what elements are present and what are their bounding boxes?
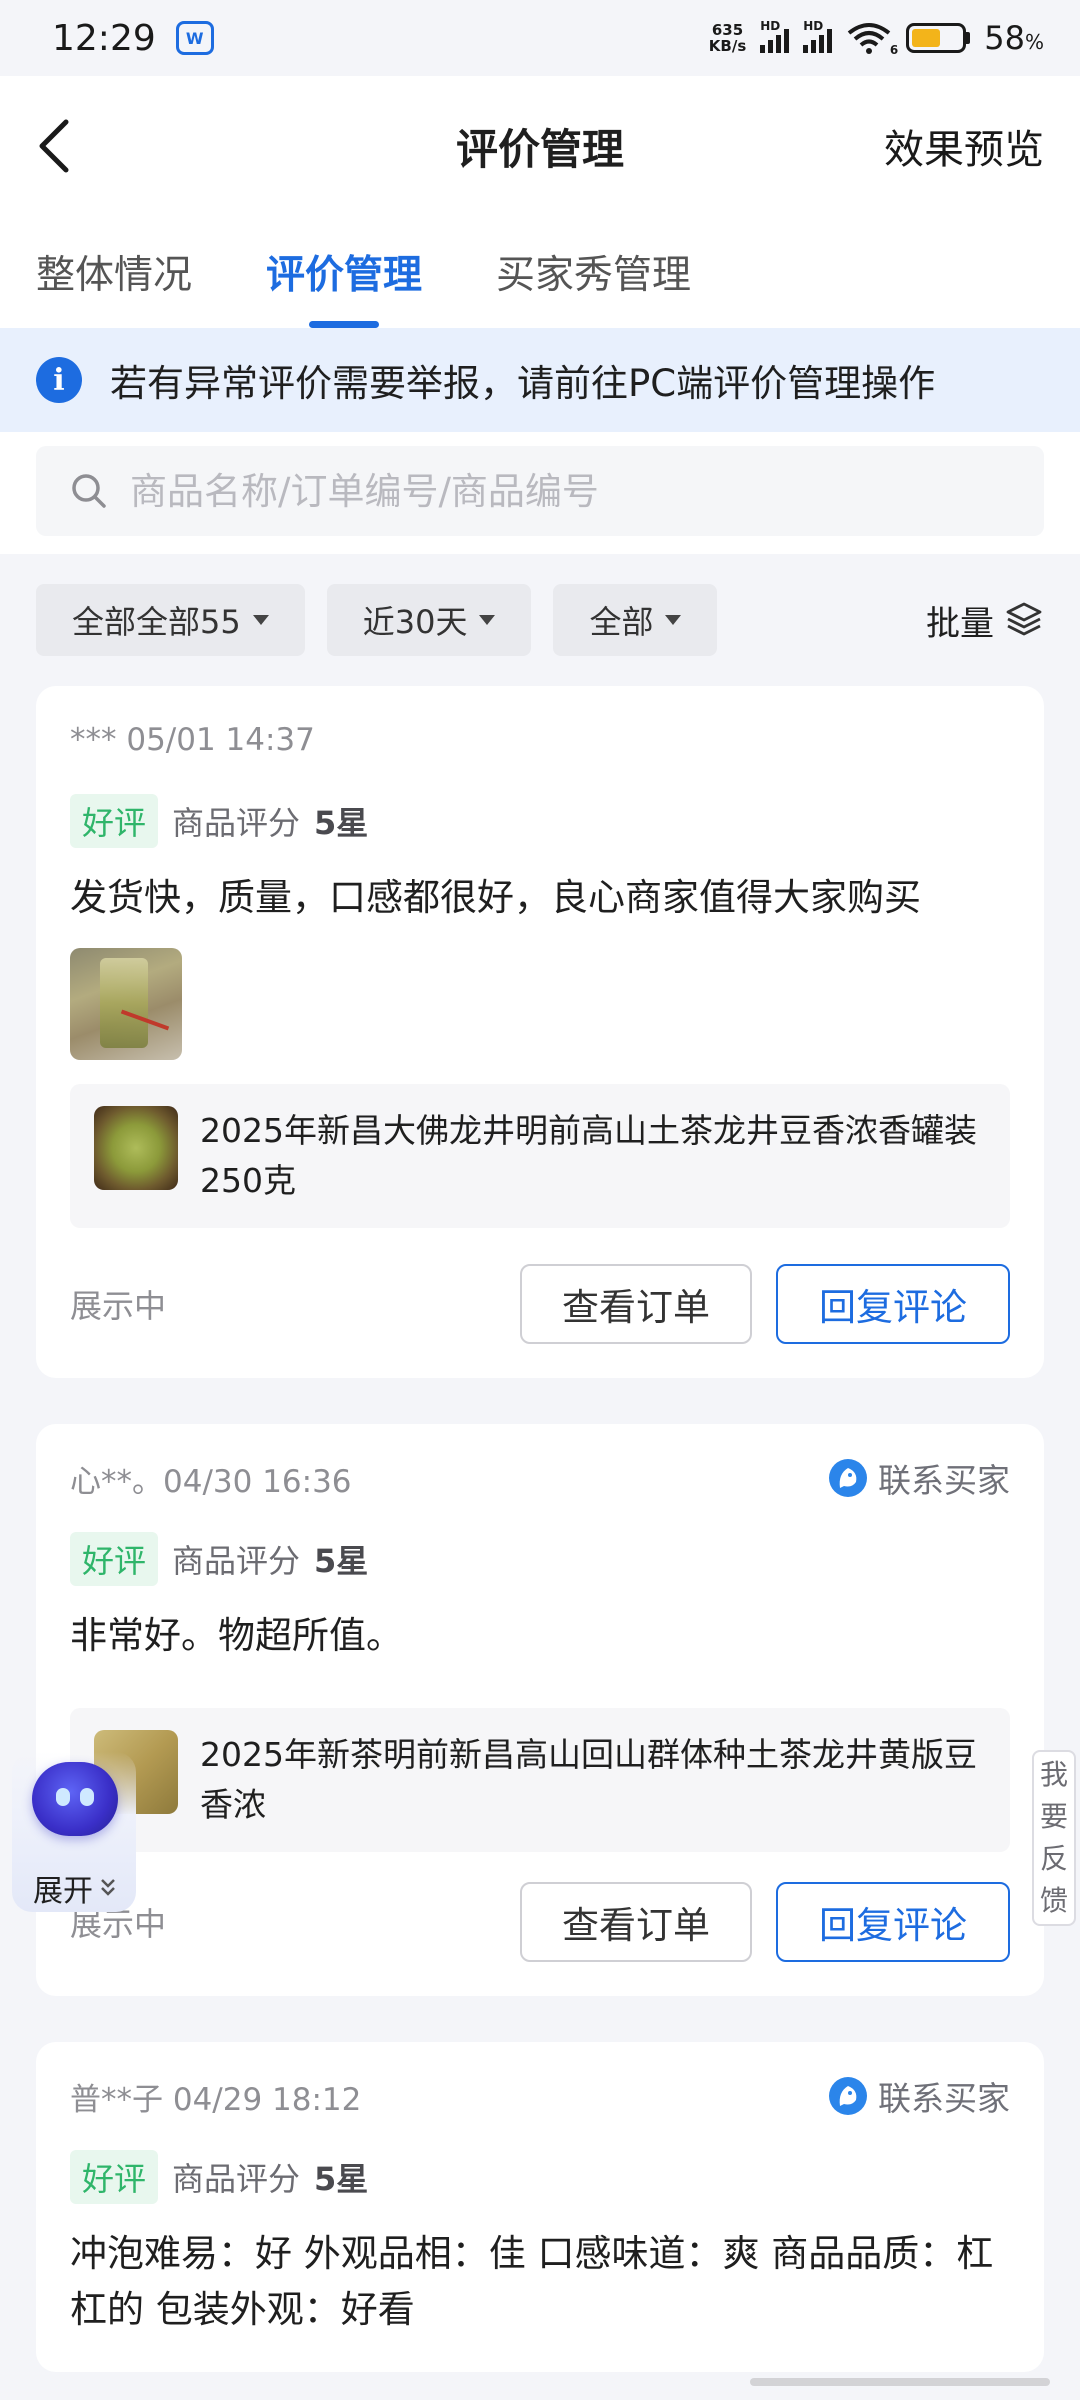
- net-speed-value: 635: [711, 21, 744, 39]
- review-card: *** 05/01 14:37 好评 商品评分 5星 发货快，质量，口感都很好，…: [36, 686, 1044, 1378]
- contact-buyer-label: 联系买家: [878, 1461, 1010, 1500]
- review-text: 发货快，质量，口感都很好，良心商家值得大家购买: [70, 876, 921, 919]
- feedback-button[interactable]: 我 要 反 馈: [1032, 1750, 1076, 1926]
- assistant-expand-label: 展开: [33, 1874, 93, 1909]
- caret-down-icon: [665, 615, 682, 625]
- status-bar: 12:29 W 635 KB/s HD HD 6 58%: [0, 0, 1080, 76]
- contact-buyer-button[interactable]: 联系买家: [828, 1454, 1010, 1502]
- notice-text: 若有异常评价需要举报，请前往PC端评价管理操作: [110, 362, 936, 405]
- review-user-time: *** 05/01 14:37: [70, 722, 315, 758]
- preview-button[interactable]: 效果预览: [884, 117, 1044, 175]
- product-info[interactable]: 2025年新昌大佛龙井明前高山土茶龙井豆香浓香罐装250克: [70, 1084, 1010, 1228]
- filter-type-label: 全部全部55: [72, 603, 241, 641]
- feedback-char: 要: [1039, 1800, 1068, 1833]
- review-photo[interactable]: [70, 948, 182, 1060]
- search-input[interactable]: [130, 469, 1010, 513]
- contact-buyer-button[interactable]: 联系买家: [828, 2072, 1010, 2120]
- chevron-left-icon: [39, 119, 69, 173]
- filter-bar: 全部全部55 近30天 全部 批量: [0, 554, 1080, 686]
- back-button[interactable]: [36, 116, 96, 176]
- caret-down-icon: [252, 615, 269, 625]
- net-speed-unit: KB/s: [708, 37, 747, 55]
- feedback-char: 反: [1039, 1842, 1068, 1875]
- home-indicator[interactable]: [750, 2378, 1050, 2386]
- tab-review-management[interactable]: 评价管理: [266, 216, 422, 328]
- review-text: 非常好。物超所值。: [70, 1614, 403, 1657]
- batch-label: 批量: [926, 603, 994, 644]
- assistant-widget[interactable]: 展开: [12, 1752, 136, 1912]
- feedback-char: 我: [1039, 1758, 1068, 1791]
- view-order-button[interactable]: 查看订单: [520, 1882, 752, 1962]
- search-icon: [72, 474, 106, 508]
- product-thumbnail: [94, 1106, 178, 1190]
- layers-icon: [1006, 602, 1042, 636]
- notice-banner: i 若有异常评价需要举报，请前往PC端评价管理操作: [0, 328, 1080, 432]
- rating-value: 5星: [314, 804, 369, 842]
- contact-buyer-icon: [829, 2077, 867, 2115]
- battery-percent-value: 58: [984, 19, 1025, 57]
- search-section: [0, 432, 1080, 554]
- app-notification-icon: W: [175, 21, 214, 55]
- assistant-expand-button[interactable]: 展开: [16, 1862, 134, 1914]
- product-name: 2025年新茶明前新昌高山回山群体种土茶龙井黄版豆香浓: [200, 1735, 977, 1824]
- tab-bar: 整体情况 评价管理 买家秀管理: [0, 216, 1080, 328]
- rating-label: 商品评分: [172, 2160, 301, 2198]
- net-speed: 635 KB/s: [709, 22, 746, 54]
- filter-period-label: 近30天: [362, 603, 468, 641]
- assistant-robot-icon: [32, 1762, 118, 1836]
- search-box[interactable]: [36, 446, 1044, 536]
- info-icon: i: [36, 357, 82, 403]
- contact-buyer-label: 联系买家: [878, 2079, 1010, 2118]
- rating-value: 5星: [314, 1542, 369, 1580]
- review-user-time: 心**。04/30 16:36: [70, 1463, 352, 1500]
- good-review-badge: 好评: [70, 1532, 159, 1586]
- status-time: 12:29: [52, 17, 156, 59]
- reply-review-button[interactable]: 回复评论: [776, 1882, 1010, 1962]
- good-review-badge: 好评: [70, 794, 159, 848]
- review-user-time: 普**子 04/29 18:12: [70, 2081, 362, 2118]
- signal-icon-2: HD: [803, 19, 833, 53]
- rating-label: 商品评分: [172, 804, 301, 842]
- filter-period-dropdown[interactable]: 近30天: [326, 584, 532, 656]
- signal-icon: HD: [760, 19, 790, 53]
- battery-percent-unit: %: [1024, 30, 1044, 54]
- product-name: 2025年新昌大佛龙井明前高山土茶龙井豆香浓香罐装250克: [200, 1111, 977, 1200]
- view-order-button[interactable]: 查看订单: [520, 1264, 752, 1344]
- wifi-badge: 6: [889, 43, 899, 57]
- filter-scope-label: 全部: [589, 603, 654, 641]
- batch-button[interactable]: 批量: [926, 596, 1044, 645]
- review-card: 普**子 04/29 18:12 联系买家 好评 商品评分 5星 冲泡难易：好 …: [36, 2042, 1044, 2372]
- review-card: 心**。04/30 16:36 联系买家 好评 商品评分 5星 非常好。物超所值…: [36, 1424, 1044, 1996]
- double-chevron-down-icon: [101, 1879, 115, 1896]
- wifi-icon: 6: [846, 21, 898, 57]
- tab-buyer-show[interactable]: 买家秀管理: [496, 216, 691, 328]
- tab-overview[interactable]: 整体情况: [36, 216, 192, 328]
- product-info[interactable]: 2025年新茶明前新昌高山回山群体种土茶龙井黄版豆香浓: [70, 1708, 1010, 1852]
- feedback-char: 馈: [1039, 1884, 1068, 1917]
- rating-value: 5星: [314, 2160, 369, 2198]
- nav-header: 评价管理 效果预览: [0, 76, 1080, 216]
- reply-review-button[interactable]: 回复评论: [776, 1264, 1010, 1344]
- signal-hd-badge: HD: [760, 19, 781, 33]
- review-status: 展示中: [70, 1287, 167, 1325]
- contact-buyer-icon: [829, 1459, 867, 1497]
- filter-scope-dropdown[interactable]: 全部: [553, 584, 718, 656]
- battery-icon: [906, 23, 971, 53]
- review-text: 冲泡难易：好 外观品相：佳 口感味道：爽 商品品质：杠杠的 包装外观：好看: [70, 2232, 994, 2331]
- battery-percent: 58%: [984, 19, 1044, 57]
- signal-hd-badge-2: HD: [803, 19, 824, 33]
- filter-type-dropdown[interactable]: 全部全部55: [36, 584, 305, 656]
- good-review-badge: 好评: [70, 2150, 159, 2204]
- caret-down-icon: [479, 615, 496, 625]
- rating-label: 商品评分: [172, 1542, 301, 1580]
